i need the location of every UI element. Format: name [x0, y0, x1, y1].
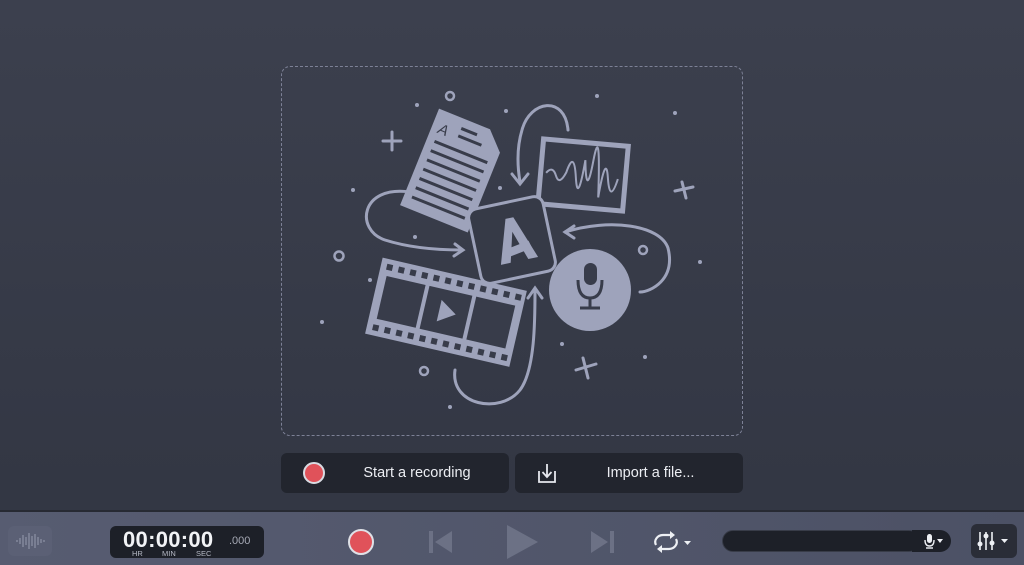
record-icon: [303, 462, 325, 484]
microphone-icon: [924, 534, 943, 549]
record-button[interactable]: [348, 529, 374, 555]
skip-forward-icon[interactable]: [589, 530, 615, 554]
play-icon[interactable]: [505, 524, 539, 560]
timer-hr-label: HR: [132, 549, 143, 558]
audio-level-meter: [722, 530, 920, 552]
start-recording-label: Start a recording: [363, 465, 471, 481]
import-file-label: Import a file...: [606, 465, 695, 481]
transport-toolbar: 00:00:00 .000 HR MIN SEC: [0, 510, 1024, 565]
import-icon: [538, 464, 556, 483]
drop-zone[interactable]: [281, 66, 743, 436]
loop-icon[interactable]: [650, 529, 696, 555]
microphone-dropdown[interactable]: [912, 530, 951, 552]
start-recording-button[interactable]: Start a recording: [281, 453, 509, 493]
timer-sec-label: SEC: [196, 549, 212, 558]
waveform-button[interactable]: [8, 526, 52, 556]
mixer-icon: [977, 532, 1008, 550]
timer-ms: .000: [229, 535, 251, 547]
timer-display: 00:00:00 .000 HR MIN SEC: [110, 526, 264, 558]
skip-back-icon[interactable]: [428, 530, 454, 554]
import-file-button[interactable]: Import a file...: [515, 453, 743, 493]
mixer-button[interactable]: [971, 524, 1017, 558]
waveform-icon: [16, 533, 45, 549]
timer-min-label: MIN: [162, 549, 176, 558]
